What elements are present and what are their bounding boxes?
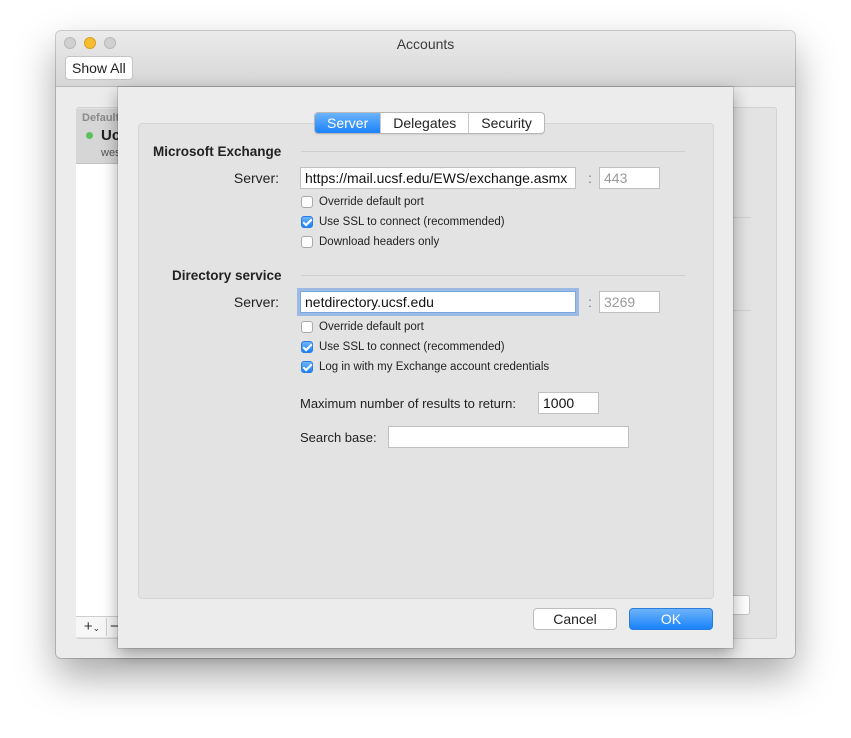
default-account-label: Default: [82, 112, 120, 124]
checkbox-label: Download headers only: [319, 236, 440, 248]
directory-exchange-credentials-checkbox[interactable]: Log in with my Exchange account credenti…: [301, 361, 549, 373]
add-account-button[interactable]: +⌄: [78, 618, 107, 636]
section-divider: [301, 151, 685, 152]
divider: [731, 217, 751, 218]
window-title: Accounts: [396, 36, 455, 52]
checkbox-label: Use SSL to connect (recommended): [319, 341, 505, 353]
max-results-label: Maximum number of results to return:: [300, 396, 517, 411]
exchange-section-heading: Microsoft Exchange: [153, 144, 282, 159]
checkbox-label: Log in with my Exchange account credenti…: [319, 361, 550, 373]
checkbox-label: Override default port: [319, 321, 424, 333]
checkbox-label: Override default port: [319, 196, 424, 208]
directory-use-ssl-checkbox[interactable]: Use SSL to connect (recommended): [301, 341, 505, 353]
directory-section-heading: Directory service: [172, 268, 282, 283]
plus-icon: +: [83, 618, 93, 635]
section-divider: [301, 275, 685, 276]
exchange-use-ssl-checkbox[interactable]: Use SSL to connect (recommended): [301, 216, 505, 228]
checkbox-icon: [301, 321, 313, 333]
tab-delegates[interactable]: Delegates: [380, 113, 468, 133]
checkbox-icon: [301, 196, 313, 208]
port-separator: :: [588, 170, 592, 186]
port-separator: :: [588, 294, 592, 310]
directory-server-label: Server:: [233, 294, 279, 310]
tab-server[interactable]: Server: [315, 113, 381, 133]
online-status-icon: [86, 132, 93, 139]
checkbox-checked-icon: [301, 361, 313, 373]
ok-button[interactable]: OK: [629, 608, 713, 630]
exchange-server-label: Server:: [233, 170, 279, 186]
checkbox-checked-icon: [301, 341, 313, 353]
directory-port-field[interactable]: 3269: [599, 291, 660, 313]
exchange-headers-only-checkbox[interactable]: Download headers only: [301, 236, 439, 248]
advanced-settings-sheet: Server Delegates Security Microsoft Exch…: [118, 87, 733, 648]
cancel-button[interactable]: Cancel: [533, 608, 617, 630]
exchange-server-field[interactable]: https://mail.ucsf.edu/EWS/exchange.asmx: [300, 167, 576, 189]
search-base-field[interactable]: [388, 426, 629, 448]
search-base-label: Search base:: [300, 430, 377, 445]
tab-bar: Server Delegates Security: [314, 112, 545, 134]
checkbox-label: Use SSL to connect (recommended): [319, 216, 505, 228]
max-results-field[interactable]: 1000: [538, 392, 599, 414]
exchange-port-field[interactable]: 443: [599, 167, 660, 189]
checkbox-checked-icon: [301, 216, 313, 228]
divider: [731, 310, 751, 311]
directory-override-port-checkbox[interactable]: Override default port: [301, 321, 424, 333]
directory-server-field[interactable]: netdirectory.ucsf.edu: [300, 291, 576, 313]
tab-security[interactable]: Security: [468, 113, 544, 133]
title-bar: Accounts Show All: [56, 31, 795, 87]
checkbox-icon: [301, 236, 313, 248]
show-all-button[interactable]: Show All: [65, 56, 133, 80]
exchange-override-port-checkbox[interactable]: Override default port: [301, 196, 424, 208]
chevron-down-icon: ⌄: [92, 623, 101, 633]
